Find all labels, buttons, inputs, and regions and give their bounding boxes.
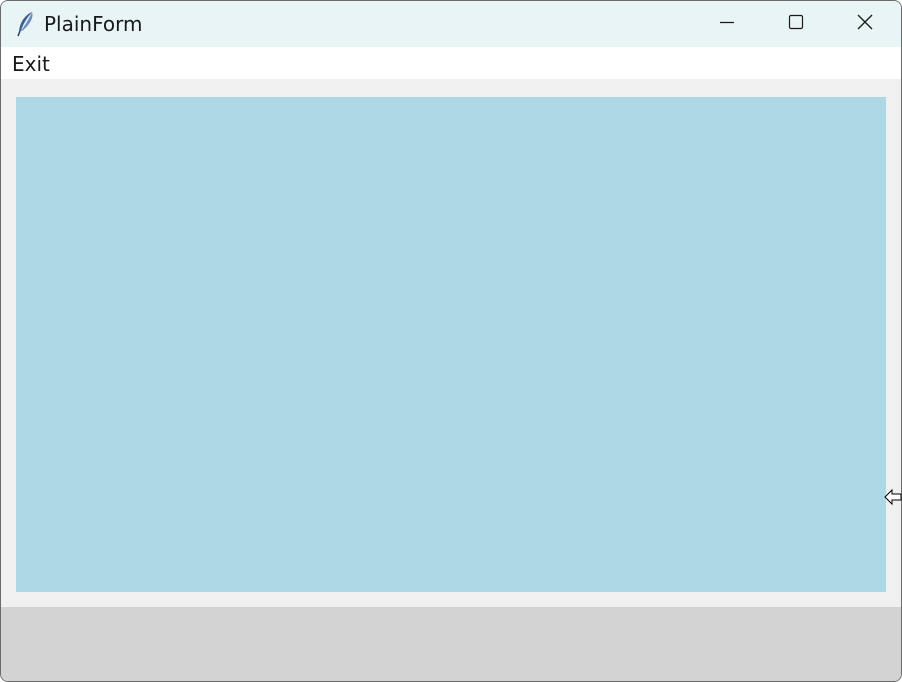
minimize-icon: [719, 14, 735, 34]
feather-icon: [15, 11, 37, 37]
maximize-icon: [788, 14, 804, 34]
close-icon: [857, 14, 873, 34]
menu-item-exit[interactable]: Exit: [12, 52, 50, 76]
resize-left-arrow-icon: [884, 487, 902, 507]
content-area: [1, 79, 901, 607]
close-button[interactable]: [831, 1, 899, 47]
window-title: PlainForm: [44, 12, 143, 36]
drawing-canvas[interactable]: [16, 97, 886, 592]
menu-bar: Exit: [1, 47, 901, 79]
minimize-button[interactable]: [693, 1, 761, 47]
title-bar[interactable]: PlainForm: [1, 1, 901, 47]
status-bar: [1, 607, 901, 681]
app-window: PlainForm Exit: [0, 0, 902, 682]
maximize-button[interactable]: [762, 1, 830, 47]
